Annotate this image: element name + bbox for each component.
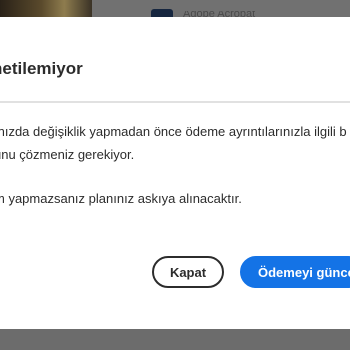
close-button[interactable]: Kapat — [152, 256, 224, 288]
dialog-message-line: ınızda değişiklik yapmadan önce ödeme ay… — [0, 124, 347, 139]
update-payment-button[interactable]: Ödemeyi güncelle — [240, 256, 350, 288]
dialog-message-line: m yapmazsanız planınız askıya alınacaktı… — [0, 191, 242, 206]
background-thumbnail-image — [0, 0, 92, 17]
dialog-body: ınızda değişiklik yapmadan önce ödeme ay… — [0, 120, 347, 210]
payment-issue-dialog: netilemiyor ınızda değişiklik yapmadan ö… — [0, 17, 350, 329]
dialog-divider — [0, 101, 350, 103]
dialog-title: netilemiyor — [0, 59, 83, 78]
dialog-message-line: unu çözmeniz gerekiyor. — [0, 147, 135, 162]
